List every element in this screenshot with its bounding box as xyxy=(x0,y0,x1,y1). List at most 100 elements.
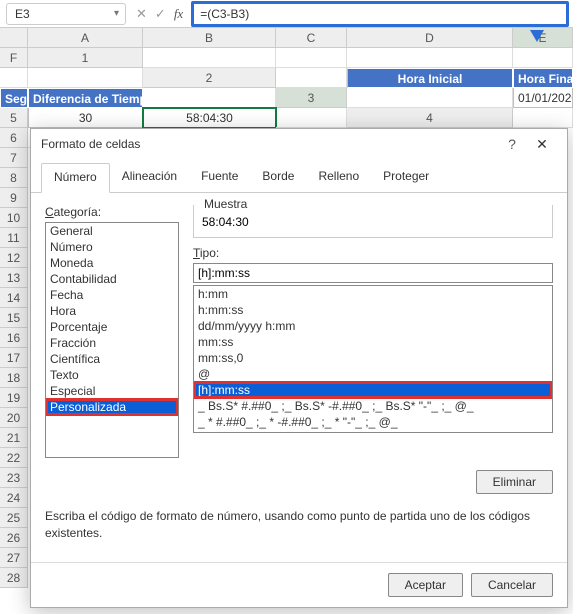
tab-alineacion[interactable]: Alineación xyxy=(110,163,189,192)
col-C[interactable]: C xyxy=(276,28,347,48)
col-D[interactable]: D xyxy=(347,28,513,48)
fmt-item[interactable]: _ Bs.S* #.##0_ ;_ Bs.S* -#.##0_ ;_ Bs.S*… xyxy=(194,398,552,414)
row-hdr[interactable]: 28 xyxy=(0,568,28,588)
header-hora-final[interactable]: Hora Final xyxy=(513,68,573,88)
type-input[interactable] xyxy=(193,263,553,283)
cat-general[interactable]: General xyxy=(46,223,178,239)
header-hora-inicial[interactable]: Hora Inicial xyxy=(347,68,513,88)
cell[interactable] xyxy=(347,88,513,108)
hint-text: Escriba el código de formato de número, … xyxy=(31,498,567,542)
cell-reference: E3 xyxy=(15,7,30,21)
row-hdr[interactable]: 16 xyxy=(0,328,28,348)
row-hdr[interactable]: 24 xyxy=(0,488,28,508)
row-hdr[interactable]: 21 xyxy=(0,428,28,448)
row-hdr[interactable]: 11 xyxy=(0,228,28,248)
cell[interactable] xyxy=(513,48,573,68)
accept-icon[interactable]: ✓ xyxy=(155,6,166,22)
cat-porcentaje[interactable]: Porcentaje xyxy=(46,319,178,335)
tab-proteger[interactable]: Proteger xyxy=(371,163,441,192)
close-icon[interactable]: ✕ xyxy=(527,136,557,153)
sample-label: Muestra xyxy=(200,197,251,211)
cell[interactable] xyxy=(347,48,513,68)
row-hdr[interactable]: 13 xyxy=(0,268,28,288)
dialog-body: Categoría: General Número Moneda Contabi… xyxy=(31,193,567,466)
row-hdr[interactable]: 6 xyxy=(0,128,28,148)
row-1[interactable]: 1 xyxy=(28,48,143,68)
cat-cientifica[interactable]: Científica xyxy=(46,351,178,367)
col-B[interactable]: B xyxy=(143,28,276,48)
row-hdr[interactable]: 22 xyxy=(0,448,28,468)
tab-fuente[interactable]: Fuente xyxy=(189,163,250,192)
name-box[interactable]: E3 ▾ xyxy=(6,3,126,25)
row-hdr[interactable]: 5 xyxy=(0,108,28,128)
tab-relleno[interactable]: Relleno xyxy=(306,163,371,192)
row-hdr[interactable]: 9 xyxy=(0,188,28,208)
cat-fraccion[interactable]: Fracción xyxy=(46,335,178,351)
row-3[interactable]: 3 xyxy=(276,88,347,108)
help-icon[interactable]: ? xyxy=(497,136,527,152)
ok-button[interactable]: Aceptar xyxy=(388,573,463,597)
sample-value: 58:04:30 xyxy=(202,211,544,229)
cat-fecha[interactable]: Fecha xyxy=(46,287,178,303)
cell[interactable] xyxy=(276,48,347,68)
cell[interactable] xyxy=(28,68,143,88)
fmt-item[interactable]: mm:ss,0 xyxy=(194,350,552,366)
row-4[interactable]: 4 xyxy=(347,108,513,128)
row-hdr[interactable]: 27 xyxy=(0,548,28,568)
cancel-button[interactable]: Cancelar xyxy=(471,573,553,597)
cat-numero[interactable]: Número xyxy=(46,239,178,255)
cell[interactable] xyxy=(513,108,573,128)
type-label: Tipo: xyxy=(193,246,553,260)
cat-moneda[interactable]: Moneda xyxy=(46,255,178,271)
category-list[interactable]: General Número Moneda Contabilidad Fecha… xyxy=(45,222,179,458)
delete-button[interactable]: Eliminar xyxy=(476,470,553,494)
fmt-item-selected[interactable]: [h]:mm:ss xyxy=(194,382,552,398)
row-hdr[interactable]: 17 xyxy=(0,348,28,368)
cell-E3[interactable]: 58:04:30 xyxy=(143,108,276,128)
row-2[interactable]: 2 xyxy=(143,68,276,88)
row-hdr[interactable]: 15 xyxy=(0,308,28,328)
cat-contabilidad[interactable]: Contabilidad xyxy=(46,271,178,287)
row-hdr[interactable]: 8 xyxy=(0,168,28,188)
row-hdr[interactable]: 7 xyxy=(0,148,28,168)
cat-texto[interactable]: Texto xyxy=(46,367,178,383)
cell[interactable] xyxy=(276,68,347,88)
col-A[interactable]: A xyxy=(28,28,143,48)
row-hdr[interactable]: 20 xyxy=(0,408,28,428)
cell[interactable] xyxy=(143,88,276,108)
chevron-down-icon[interactable]: ▾ xyxy=(114,8,119,19)
cat-especial[interactable]: Especial xyxy=(46,383,178,399)
cell-D3[interactable]: 30 xyxy=(28,108,143,128)
row-hdr[interactable]: 23 xyxy=(0,468,28,488)
fmt-item[interactable]: _ * #.##0_ ;_ * -#.##0_ ;_ * "-"_ ;_ @_ xyxy=(194,414,552,430)
tab-borde[interactable]: Borde xyxy=(250,163,306,192)
cat-hora[interactable]: Hora xyxy=(46,303,178,319)
fmt-item[interactable]: _ Bs.S* #.##0,00_ ;_ Bs.S* -#.##0,00_ ;_… xyxy=(194,430,552,433)
row-headers-continued: 5 6 7 8 9 10 11 12 13 14 15 16 17 18 19 … xyxy=(0,48,28,588)
fmt-item[interactable]: h:mm xyxy=(194,286,552,302)
fmt-item[interactable]: dd/mm/yyyy h:mm xyxy=(194,318,552,334)
formula-text: =(C3-B3) xyxy=(200,7,249,21)
dialog-tabs: Número Alineación Fuente Borde Relleno P… xyxy=(31,163,567,193)
cell[interactable] xyxy=(276,108,347,128)
format-list[interactable]: h:mm h:mm:ss dd/mm/yyyy h:mm mm:ss mm:ss… xyxy=(193,285,553,433)
cancel-icon[interactable]: ✕ xyxy=(136,6,147,22)
row-hdr[interactable]: 18 xyxy=(0,368,28,388)
formula-input[interactable]: =(C3-B3) xyxy=(193,3,567,25)
row-hdr[interactable]: 12 xyxy=(0,248,28,268)
cat-personalizada[interactable]: Personalizada xyxy=(46,399,178,415)
fmt-item[interactable]: mm:ss xyxy=(194,334,552,350)
row-hdr[interactable]: 25 xyxy=(0,508,28,528)
cell-B3[interactable]: 01/01/2020 1:30:30 xyxy=(513,88,573,108)
fx-icon[interactable]: fx xyxy=(174,6,183,22)
select-all-corner[interactable] xyxy=(0,28,28,48)
fmt-item[interactable]: h:mm:ss xyxy=(194,302,552,318)
row-hdr[interactable]: 14 xyxy=(0,288,28,308)
header-diferencia[interactable]: Diferencia de Tiempo xyxy=(28,88,143,108)
row-hdr[interactable]: 19 xyxy=(0,388,28,408)
cell[interactable] xyxy=(143,48,276,68)
fmt-item[interactable]: @ xyxy=(194,366,552,382)
row-hdr[interactable]: 10 xyxy=(0,208,28,228)
row-hdr[interactable]: 26 xyxy=(0,528,28,548)
tab-numero[interactable]: Número xyxy=(41,163,110,193)
